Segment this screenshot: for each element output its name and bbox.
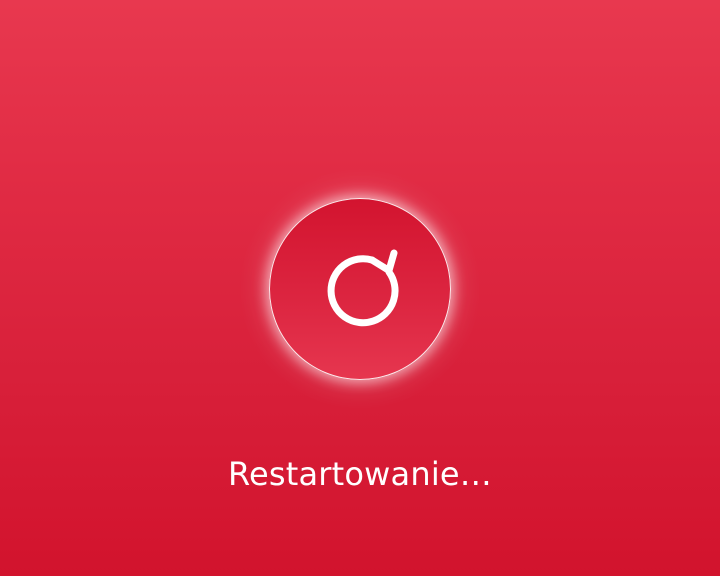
status-text: Restartowanie… <box>227 455 493 493</box>
restart-icon <box>327 249 399 327</box>
restart-screen: Restartowanie… <box>0 0 720 576</box>
